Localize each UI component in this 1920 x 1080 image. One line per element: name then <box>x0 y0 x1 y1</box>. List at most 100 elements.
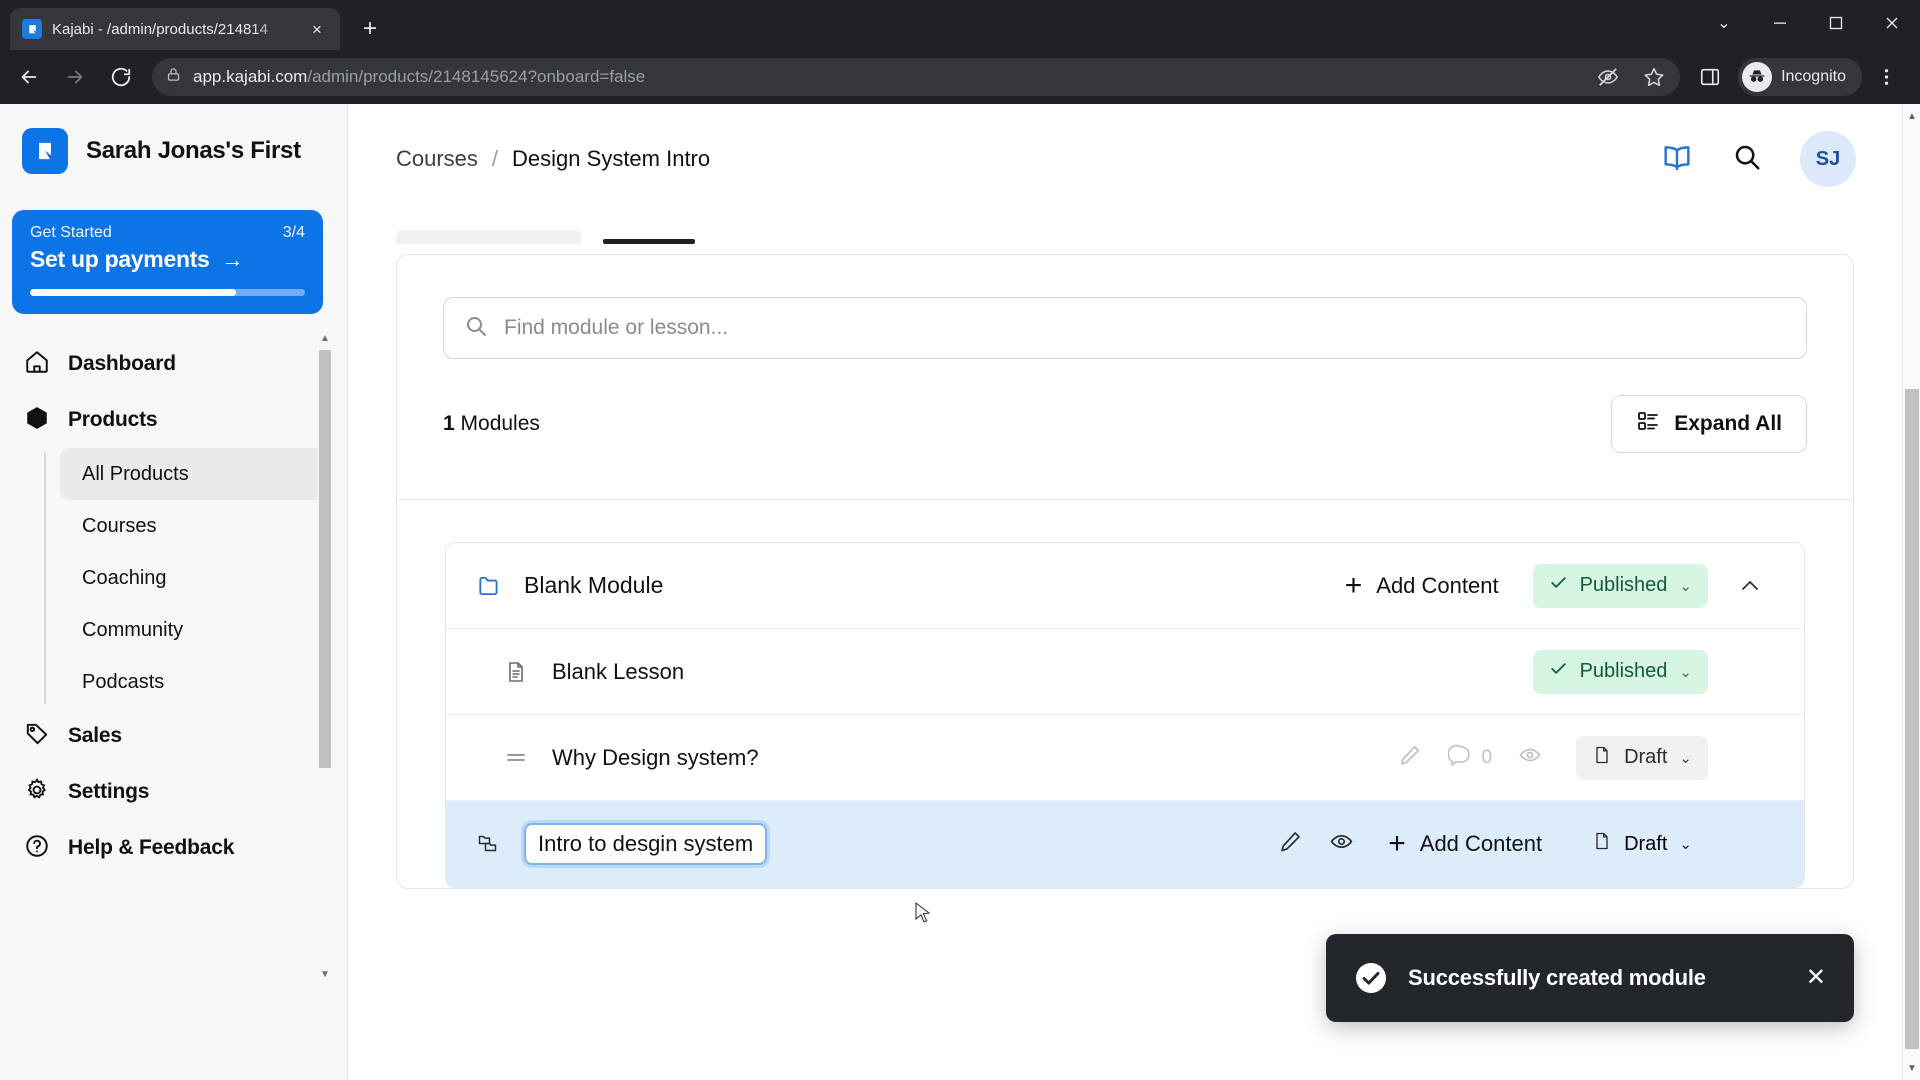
module-row[interactable]: Blank Module + Add Content Published ⌄ <box>446 543 1804 629</box>
drag-handle-icon[interactable] <box>504 746 534 770</box>
toast-notification: Successfully created module ✕ <box>1326 934 1854 1022</box>
add-content-button[interactable]: + Add Content <box>1344 568 1499 602</box>
url-text: app.kajabi.com/admin/products/2148145624… <box>193 67 645 87</box>
profile-label: Incognito <box>1781 68 1846 85</box>
page-scrollbar[interactable]: ▲ ▼ <box>1902 104 1920 1080</box>
sidebar-item-products[interactable]: Products <box>0 392 347 448</box>
comment-icon[interactable] <box>1446 743 1472 772</box>
check-circle-icon <box>1356 963 1386 993</box>
breadcrumb-parent[interactable]: Courses <box>396 146 478 172</box>
content-tabs <box>348 214 1902 244</box>
kebab-menu-icon[interactable] <box>1866 57 1906 97</box>
search-input[interactable]: Find module or lesson... <box>443 297 1807 359</box>
sidebar-item-courses[interactable]: Courses <box>60 500 325 552</box>
sidebar-item-sales[interactable]: Sales <box>0 708 347 764</box>
sidebar-subitem-label: All Products <box>82 462 189 485</box>
reload-button[interactable] <box>100 56 142 98</box>
list-view-icon <box>1636 409 1660 439</box>
sidebar-item-help-feedback[interactable]: Help & Feedback <box>0 820 347 876</box>
lesson-row[interactable]: Why Design system? 0 Draft ⌄ <box>446 715 1804 801</box>
status-badge[interactable]: Draft ⌄ <box>1576 822 1708 866</box>
sidebar-item-podcasts[interactable]: Podcasts <box>60 656 325 708</box>
draft-document-icon <box>1592 831 1612 857</box>
chevron-down-icon: ⌄ <box>1679 577 1692 595</box>
question-circle-icon <box>24 833 50 864</box>
lesson-title: Why Design system? <box>552 744 759 770</box>
status-label: Published <box>1579 574 1668 596</box>
side-panel-icon[interactable] <box>1690 57 1730 97</box>
status-badge[interactable]: Published ⌄ <box>1532 649 1708 694</box>
expand-all-button[interactable]: Expand All <box>1611 395 1807 453</box>
eye-icon[interactable] <box>1329 829 1354 859</box>
sidebar-scrollbar[interactable]: ▲ ▼ <box>318 326 332 986</box>
minimize-button[interactable] <box>1752 0 1808 46</box>
scroll-down-icon[interactable]: ▼ <box>319 967 331 981</box>
search-icon[interactable] <box>1732 142 1762 177</box>
page-scrollbar-thumb[interactable] <box>1905 389 1919 1049</box>
get-started-count: 3/4 <box>282 224 305 241</box>
scroll-down-icon[interactable]: ▼ <box>1906 1061 1918 1075</box>
chevron-down-icon: ⌄ <box>1679 663 1692 681</box>
tab-close-icon[interactable]: × <box>306 18 328 40</box>
window-controls: ⌄ <box>1696 0 1920 46</box>
lesson-actions: 0 <box>1398 743 1543 772</box>
sidebar-item-all-products[interactable]: All Products <box>60 448 325 500</box>
modules-count-number: 1 <box>443 412 455 435</box>
eye-slash-icon[interactable] <box>1592 61 1624 93</box>
maximize-button[interactable] <box>1808 0 1864 46</box>
document-icon <box>504 660 534 684</box>
brand[interactable]: Sarah Jonas's First <box>0 104 347 174</box>
kajabi-logo-icon <box>22 128 68 174</box>
chevron-down-icon: ⌄ <box>1679 749 1692 767</box>
status-badge[interactable]: Published ⌄ <box>1532 563 1708 608</box>
breadcrumb-current: Design System Intro <box>512 146 711 171</box>
url-domain: app.kajabi.com <box>193 67 308 86</box>
breadcrumb-separator: / <box>491 146 499 171</box>
browser-toolbar: app.kajabi.com/admin/products/2148145624… <box>0 50 1920 104</box>
star-icon[interactable] <box>1638 61 1670 93</box>
profile-button[interactable]: Incognito <box>1738 58 1862 96</box>
module-copy-icon <box>476 832 506 856</box>
lesson-row[interactable]: Blank Lesson Published ⌄ <box>446 629 1804 715</box>
tab-search-chevron-icon[interactable]: ⌄ <box>1696 0 1752 46</box>
back-button[interactable] <box>8 56 50 98</box>
close-window-button[interactable] <box>1864 0 1920 46</box>
app-sidebar: Sarah Jonas's First Get Started 3/4 Set … <box>0 104 348 1080</box>
sidebar-subnav: All Products Courses Coaching Community … <box>44 448 347 708</box>
module-name-input[interactable]: Intro to desgin system <box>524 823 768 865</box>
sidebar-item-community[interactable]: Community <box>60 604 325 656</box>
avatar[interactable]: SJ <box>1800 131 1856 187</box>
scroll-up-icon[interactable]: ▲ <box>1906 109 1918 123</box>
new-tab-button[interactable]: + <box>352 11 388 47</box>
scroll-up-icon[interactable]: ▲ <box>319 331 331 345</box>
forward-button[interactable] <box>54 56 96 98</box>
tab-active-indicator[interactable] <box>603 239 695 244</box>
get-started-card[interactable]: Get Started 3/4 Set up payments → <box>12 210 323 314</box>
check-icon <box>1549 659 1568 684</box>
eye-icon[interactable] <box>1518 743 1542 772</box>
url-path: /admin/products/2148145624?onboard=false <box>307 67 646 86</box>
browser-tab[interactable]: Kajabi - /admin/products/214814 × <box>10 8 340 50</box>
sidebar-scrollbar-thumb[interactable] <box>319 350 331 768</box>
pencil-icon[interactable] <box>1278 829 1303 859</box>
sidebar-item-settings[interactable]: Settings <box>0 764 347 820</box>
tab-inactive[interactable] <box>396 230 581 244</box>
get-started-label: Get Started <box>30 224 112 241</box>
close-icon[interactable]: ✕ <box>1806 966 1826 990</box>
plus-icon: + <box>1344 568 1363 602</box>
book-icon[interactable] <box>1660 140 1694 179</box>
sidebar-item-dashboard[interactable]: Dashboard <box>0 336 347 392</box>
mouse-cursor <box>915 902 931 923</box>
check-icon <box>1549 573 1568 598</box>
status-badge[interactable]: Draft ⌄ <box>1576 735 1708 780</box>
module-row-editing[interactable]: Intro to desgin system + Add Content Dra… <box>446 801 1804 887</box>
pencil-icon[interactable] <box>1398 743 1422 772</box>
home-icon <box>24 349 50 380</box>
address-bar[interactable]: app.kajabi.com/admin/products/2148145624… <box>152 58 1681 96</box>
get-started-title: Set up payments <box>30 246 210 272</box>
chevron-up-icon[interactable] <box>1730 574 1770 598</box>
search-icon <box>464 314 488 343</box>
sidebar-item-coaching[interactable]: Coaching <box>60 552 325 604</box>
add-content-button[interactable]: + Add Content <box>1388 829 1542 859</box>
sidebar-subitem-label: Courses <box>82 514 157 537</box>
